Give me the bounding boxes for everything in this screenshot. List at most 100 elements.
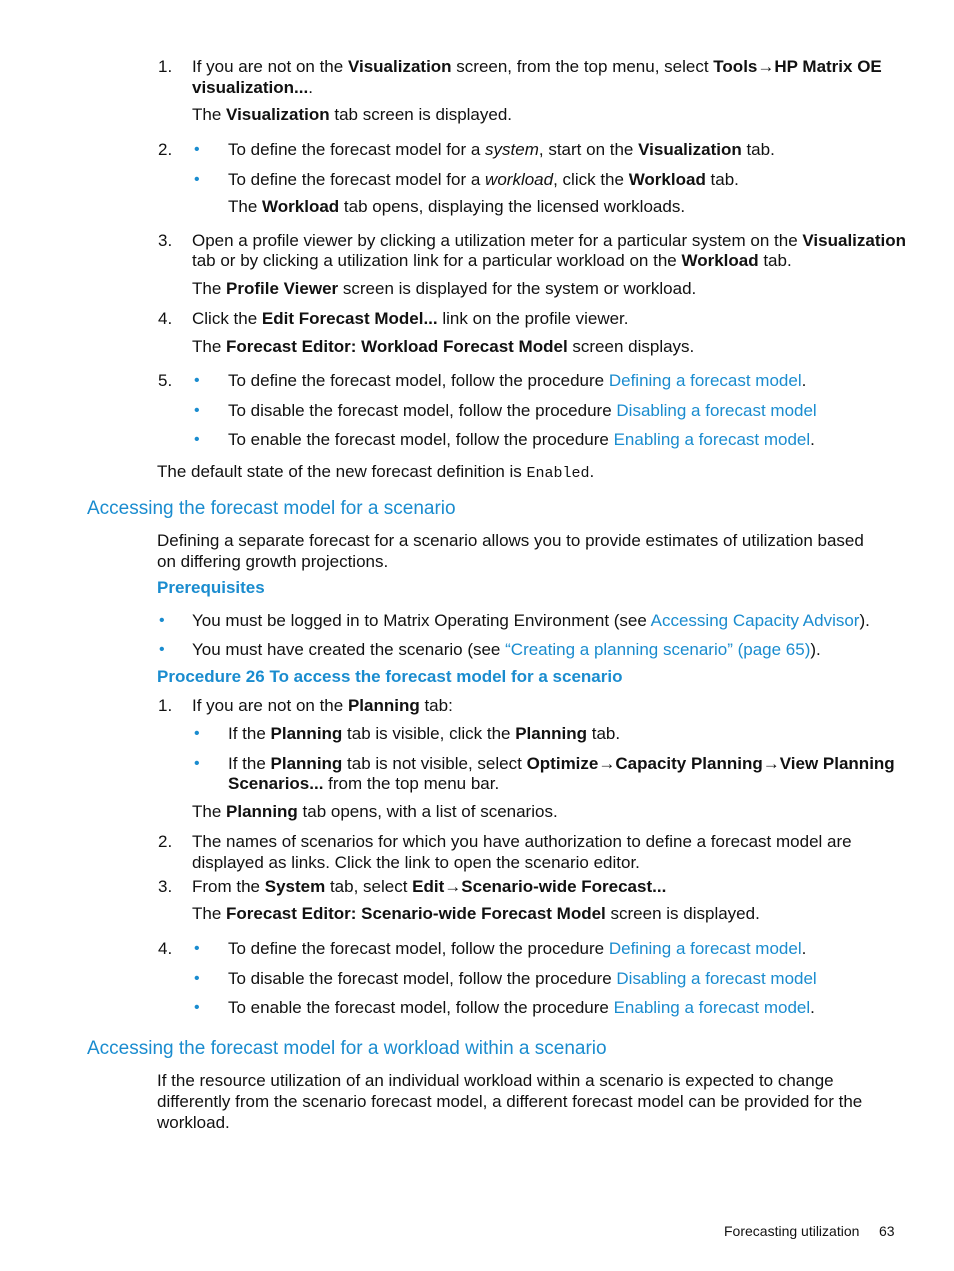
text: tab opens, displaying the licensed workl… <box>339 197 686 216</box>
emphasis: workload <box>485 170 554 189</box>
ui-term: System <box>264 877 326 896</box>
text: To define the forecast model for a <box>228 170 486 189</box>
text: If you are not on the <box>192 57 348 76</box>
step-text: If the Planning tab is not visible, sele… <box>228 753 895 774</box>
text: The <box>192 279 227 298</box>
ui-term: Tools <box>713 57 758 76</box>
step-result: The Profile Viewer screen is displayed f… <box>192 278 696 299</box>
procedure-heading: Procedure 26 To access the forecast mode… <box>157 667 623 686</box>
step-text: To define the forecast model for a syste… <box>228 139 775 160</box>
step-text: If you are not on the Visualization scre… <box>192 56 882 77</box>
bullet-icon: • <box>194 372 200 389</box>
step-number: 2. <box>158 832 173 851</box>
text: tab. <box>705 170 739 189</box>
ui-term: View Planning <box>779 754 895 773</box>
text: If you are not on the <box>192 696 348 715</box>
step-text: To define the forecast model, follow the… <box>228 370 806 391</box>
ui-term: Edit Forecast Model... <box>261 309 438 328</box>
disabling-forecast-link[interactable]: Disabling a forecast model <box>616 969 816 988</box>
ui-term: Visualization <box>638 140 742 159</box>
text: You must have created the scenario (see <box>192 640 506 659</box>
text: Click the <box>192 309 262 328</box>
text: tab. <box>741 140 775 159</box>
bullet-icon: • <box>194 755 200 772</box>
ui-term: Forecast Editor: Scenario-wide Forecast … <box>226 904 606 923</box>
step-number: 2. <box>158 140 173 159</box>
page-number: 63 <box>879 1223 895 1239</box>
text: . <box>810 430 815 449</box>
text: tab screen is displayed. <box>329 105 513 124</box>
footer-section-title: Forecasting utilization <box>724 1223 860 1239</box>
paragraph-line: on differing growth projections. <box>157 552 389 571</box>
text: tab opens, with a list of scenarios. <box>297 802 558 821</box>
step-text: visualization.... <box>192 77 313 98</box>
ui-term: Forecast Editor: Workload Forecast Model <box>226 337 568 356</box>
ui-term: visualization... <box>192 78 309 97</box>
text: The <box>192 105 227 124</box>
arrow-icon: → <box>444 877 462 896</box>
creating-planning-scenario-link[interactable]: “Creating a planning scenario” (page 65) <box>505 640 810 659</box>
step-text: To enable the forecast model, follow the… <box>228 997 815 1018</box>
text: . <box>589 462 595 481</box>
ui-term: Optimize <box>526 754 599 773</box>
ui-term: Planning <box>226 802 298 821</box>
code-value: Enabled <box>526 465 590 482</box>
step-text: To disable the forecast model, follow th… <box>228 968 817 989</box>
bullet-icon: • <box>159 612 165 629</box>
accessing-capacity-advisor-link[interactable]: Accessing Capacity Advisor <box>651 611 860 630</box>
ui-term: Planning <box>347 696 420 715</box>
bullet-icon: • <box>194 171 200 188</box>
ui-term: Workload <box>262 197 340 216</box>
step-number: 5. <box>158 371 173 390</box>
ui-term: Workload <box>681 251 759 270</box>
paragraph-line: differently from the scenario forecast m… <box>157 1092 863 1111</box>
text: screen displays. <box>567 337 695 356</box>
paragraph-line: If the resource utilization of an indivi… <box>157 1071 834 1090</box>
bullet-icon: • <box>194 431 200 448</box>
text: To define the forecast model, follow the… <box>228 371 609 390</box>
bullet-icon: • <box>194 141 200 158</box>
text: The default state of the new forecast de… <box>157 462 527 481</box>
arrow-icon: → <box>757 57 775 76</box>
step-text: To enable the forecast model, follow the… <box>228 429 815 450</box>
step-text: Scenarios... from the top menu bar. <box>228 773 499 794</box>
text: , click the <box>553 170 629 189</box>
step-text: To define the forecast model, follow the… <box>228 938 806 959</box>
text: ). <box>810 640 821 659</box>
defining-forecast-link[interactable]: Defining a forecast model <box>609 939 802 958</box>
text: . <box>308 78 313 97</box>
ui-term: Capacity Planning <box>615 754 763 773</box>
step-number: 1. <box>158 57 173 76</box>
step-text: The names of scenarios for which you hav… <box>192 832 852 851</box>
ui-term: Scenarios... <box>228 774 324 793</box>
step-text: If you are not on the Planning tab: <box>192 695 453 716</box>
text: tab: <box>419 696 453 715</box>
section-heading: Accessing the forecast model for a workl… <box>87 1038 607 1059</box>
disabling-forecast-link[interactable]: Disabling a forecast model <box>616 401 816 420</box>
text: To enable the forecast model, follow the… <box>228 430 614 449</box>
ui-term: Edit <box>412 877 445 896</box>
ui-term: Scenario-wide Forecast... <box>461 877 667 896</box>
step-result: The Forecast Editor: Workload Forecast M… <box>192 336 694 357</box>
ui-term: Visualization <box>347 57 452 76</box>
enabling-forecast-link[interactable]: Enabling a forecast model <box>614 998 811 1017</box>
text: To enable the forecast model, follow the… <box>228 998 614 1017</box>
step-number: 3. <box>158 877 173 896</box>
enabling-forecast-link[interactable]: Enabling a forecast model <box>614 430 811 449</box>
bullet-icon: • <box>159 641 165 658</box>
text: tab is visible, click the <box>342 724 516 743</box>
step-text: Open a profile viewer by clicking a util… <box>192 230 906 251</box>
default-state-note: The default state of the new forecast de… <box>157 461 594 484</box>
text: from the top menu bar. <box>323 774 500 793</box>
text: The <box>192 337 227 356</box>
defining-forecast-link[interactable]: Defining a forecast model <box>609 371 802 390</box>
arrow-icon: → <box>762 754 780 773</box>
ui-term: Planning <box>270 754 343 773</box>
bullet-icon: • <box>194 402 200 419</box>
bullet-icon: • <box>194 725 200 742</box>
step-result: The Planning tab opens, with a list of s… <box>192 801 558 822</box>
emphasis: system <box>485 140 539 159</box>
ui-term: Visualization <box>802 231 906 250</box>
step-text: From the System tab, select Edit→Scenari… <box>192 876 666 897</box>
text: From the <box>192 877 265 896</box>
